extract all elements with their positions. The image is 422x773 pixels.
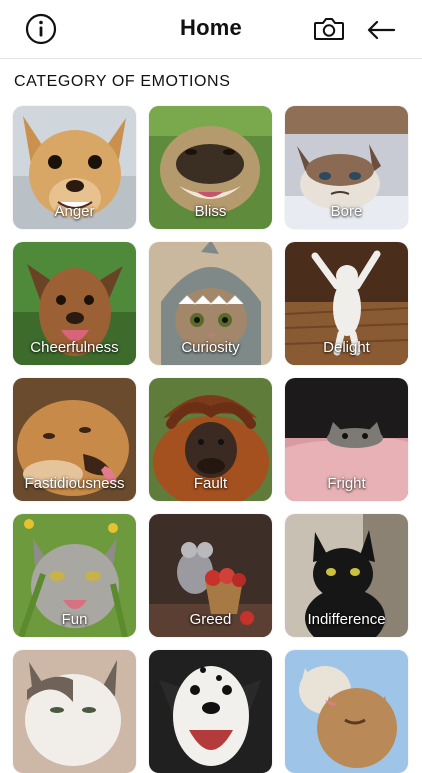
category-tile-bore[interactable]: Bore: [285, 106, 408, 229]
category-label: Fright: [327, 475, 366, 492]
category-tile-fun[interactable]: Fun: [13, 514, 136, 637]
category-tile-curiosity[interactable]: Curiosity: [149, 242, 272, 365]
category-label: Fault: [193, 475, 228, 492]
category-label: Indifference: [307, 611, 386, 628]
category-tile-greed[interactable]: Greed: [149, 514, 272, 637]
category-tile-cheerfulness[interactable]: Cheerfulness: [13, 242, 136, 365]
category-label: Greed: [189, 611, 232, 628]
category-label: Bore: [330, 203, 363, 220]
category-label: Anger: [54, 203, 95, 220]
white-grey-cat-image: [13, 650, 136, 773]
kittens-licking-image: [285, 650, 408, 773]
category-label: Cheerfulness: [30, 339, 119, 356]
category-tile-white-grey-cat[interactable]: [13, 650, 136, 773]
category-label: Bliss: [194, 203, 227, 220]
category-tile-fright[interactable]: Fright: [285, 378, 408, 501]
emotion-category-grid: Anger Bliss Bore Cheerfulness Curiosity …: [0, 0, 422, 773]
category-tile-dalmatian[interactable]: [149, 650, 272, 773]
category-tile-anger[interactable]: Anger: [13, 106, 136, 229]
category-tile-fault[interactable]: Fault: [149, 378, 272, 501]
category-label: Delight: [323, 339, 370, 356]
category-label: Curiosity: [181, 339, 240, 356]
category-tile-bliss[interactable]: Bliss: [149, 106, 272, 229]
category-tile-kittens[interactable]: [285, 650, 408, 773]
dalmatian-wide-mouth-image: [149, 650, 272, 773]
category-tile-fastidiousness[interactable]: Fastidiousness: [13, 378, 136, 501]
category-label: Fastidiousness: [24, 475, 125, 492]
category-tile-indifference[interactable]: Indifference: [285, 514, 408, 637]
category-label: Fun: [61, 611, 88, 628]
category-tile-delight[interactable]: Delight: [285, 242, 408, 365]
